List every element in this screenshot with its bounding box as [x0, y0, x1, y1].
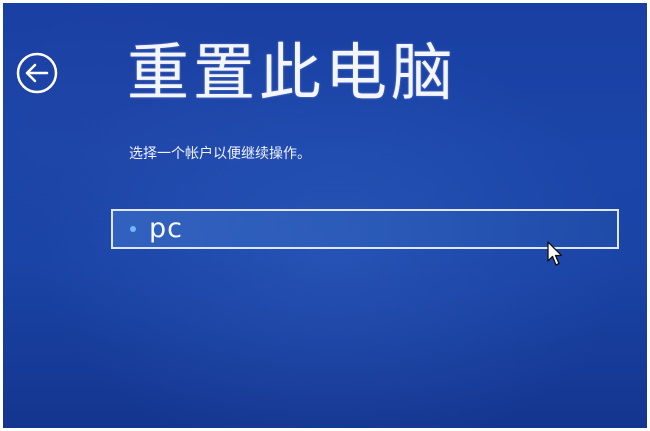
account-bullet-icon [130, 226, 136, 232]
reset-pc-screen: 重置此电脑 选择一个帐户以便继续操作。 pc [3, 3, 647, 428]
back-button[interactable] [15, 51, 59, 95]
instruction-text: 选择一个帐户以便继续操作。 [129, 146, 311, 162]
account-item-pc[interactable]: pc [111, 209, 619, 249]
account-name: pc [149, 213, 183, 244]
mouse-pointer-icon [547, 241, 563, 267]
page-title: 重置此电脑 [127, 36, 458, 109]
arrow-left-circle-icon [16, 52, 58, 94]
